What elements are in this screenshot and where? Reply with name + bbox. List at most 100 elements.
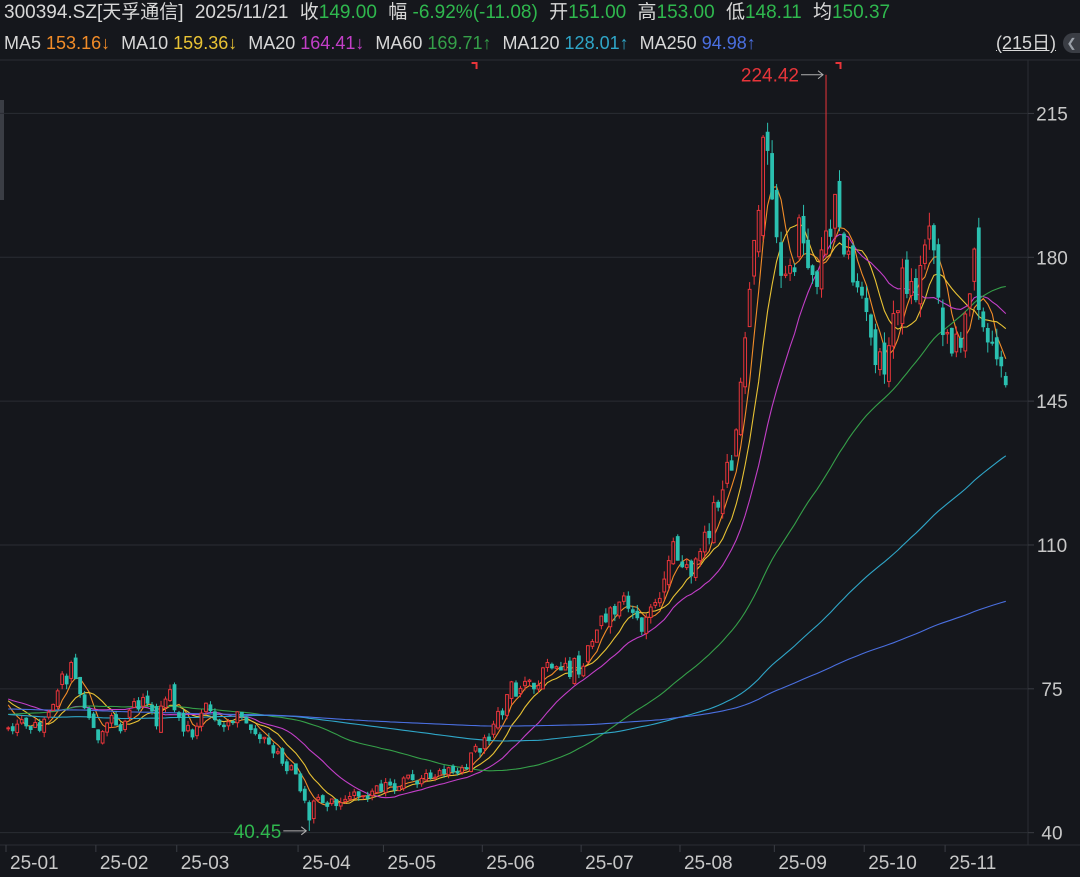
candle-up	[289, 765, 294, 771]
x-tick-label: 25-05	[387, 853, 436, 874]
candle-up	[684, 564, 689, 569]
candle-down	[334, 799, 339, 807]
candle-up	[406, 774, 411, 779]
candle-up	[15, 723, 20, 733]
grid-layer	[0, 112, 1028, 834]
candle-down	[500, 710, 505, 716]
candle-down	[150, 704, 154, 712]
event-marker-icon[interactable]	[835, 62, 842, 69]
candle-up	[878, 351, 882, 371]
candle-down	[576, 655, 581, 675]
candle-up	[347, 796, 352, 800]
candlestick-chart[interactable]: 224.4240.45 2151801451107540 25-01 25-02 2…	[0, 0, 1080, 877]
candle-down	[873, 329, 878, 366]
candle-down	[931, 225, 936, 251]
candle-up	[644, 616, 649, 634]
candle-down	[976, 227, 981, 310]
candle-down	[810, 265, 815, 276]
candle-up	[361, 795, 366, 798]
candle-down	[96, 729, 101, 741]
candle-up	[761, 136, 766, 237]
candle-up	[554, 666, 559, 669]
candle-down	[985, 327, 990, 343]
candle-down	[913, 278, 918, 301]
candle-up	[536, 685, 541, 690]
candle-down	[172, 684, 177, 711]
candle-down	[145, 695, 150, 704]
candle-down	[626, 595, 631, 609]
candle-down	[240, 711, 244, 718]
x-tick-label: 25-03	[181, 853, 230, 874]
candle-up	[896, 310, 900, 314]
candle-up	[518, 687, 523, 695]
candle-up	[433, 776, 438, 779]
candle-up	[738, 381, 743, 436]
candle-up	[657, 597, 662, 604]
candle-up	[846, 250, 851, 255]
candle-up	[922, 244, 927, 264]
candle-up	[446, 767, 451, 776]
candle-down	[774, 189, 779, 238]
candle-down	[729, 460, 734, 471]
candle-up	[51, 703, 56, 711]
x-axis: 25-01 25-02 25-03 25-04 25-05 25-06 25-07 25-08…	[5, 845, 996, 874]
candle-down	[675, 536, 680, 561]
candle-up	[509, 681, 514, 699]
candle-up	[819, 249, 824, 290]
candle-down	[869, 314, 873, 338]
candle-down	[266, 737, 271, 745]
candle-up	[424, 772, 429, 781]
candle-up	[545, 662, 550, 668]
x-tick-label: 25-02	[100, 853, 149, 874]
candle-down	[365, 795, 370, 799]
candle-down	[514, 682, 518, 697]
candle-up	[460, 767, 464, 773]
candle-down	[464, 767, 469, 770]
candle-up	[186, 724, 190, 732]
candle-up	[563, 662, 568, 671]
candle-down	[532, 682, 536, 690]
candle-up	[338, 802, 343, 807]
event-marker-icon[interactable]	[471, 62, 478, 69]
candle-down	[487, 736, 491, 742]
candle-up	[594, 629, 599, 643]
candle-up	[608, 607, 613, 628]
candle-down	[855, 280, 860, 288]
candle-up	[419, 777, 424, 785]
candle-up	[698, 551, 703, 562]
left-scroll-handle[interactable]	[0, 100, 4, 200]
candle-up	[60, 673, 65, 686]
candle-up	[756, 209, 761, 253]
candle-up	[967, 293, 972, 308]
candle-up	[833, 193, 837, 229]
candle-up	[572, 657, 577, 685]
candle-down	[990, 341, 995, 344]
y-tick-label: 145	[1036, 392, 1068, 413]
candle-down	[630, 609, 635, 613]
x-tick-label: 25-04	[302, 853, 351, 874]
candle-up	[581, 665, 586, 677]
candle-up	[900, 267, 905, 325]
candle-up	[33, 722, 38, 728]
candle-down	[91, 713, 96, 728]
candle-down	[999, 356, 1004, 367]
candle-down	[73, 657, 78, 680]
candle-down	[271, 745, 276, 754]
candle-down	[940, 307, 945, 336]
candle-down	[765, 131, 770, 151]
candle-down	[837, 180, 842, 228]
candle-up	[496, 710, 500, 729]
y-tick-label: 75	[1041, 680, 1062, 701]
candle-up	[824, 230, 828, 255]
candle-down	[64, 675, 69, 685]
x-tick-label: 25-07	[585, 853, 634, 874]
candle-up	[370, 790, 375, 797]
candle-up	[693, 558, 698, 578]
candle-down	[806, 239, 810, 269]
candle-up	[909, 281, 914, 296]
candle-down	[177, 712, 181, 718]
candle-down	[801, 215, 806, 244]
candle-up	[316, 796, 321, 801]
candle-down	[478, 748, 482, 753]
candle-up	[226, 721, 231, 727]
